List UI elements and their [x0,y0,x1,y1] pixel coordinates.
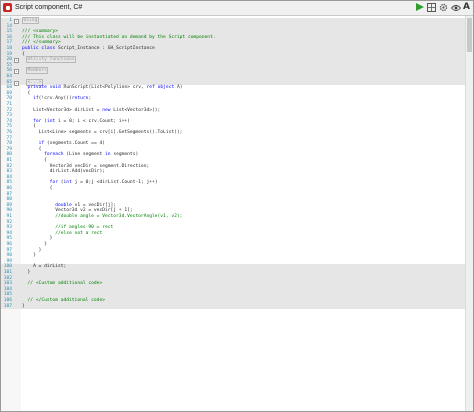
settings-button[interactable] [438,2,449,13]
grasshopper-script-icon [3,3,12,12]
window-title: Script component, C# [15,4,83,11]
code-editor[interactable]: 1 + Using 14 15/// <summary> 16/// This class… [1,16,473,411]
script-editor-window: Script component, C# A 1 + Using 14 15 /… [0,0,474,412]
code-line[interactable]: 107} [1,303,473,310]
preview-button[interactable] [450,2,461,13]
font-icon: A [463,2,470,12]
grid-icon [427,3,436,12]
gear-icon [439,3,448,12]
vertical-scrollbar[interactable] [465,16,473,411]
play-icon [416,3,424,11]
line-number: 107 [3,303,12,309]
font-button[interactable]: A [461,2,472,13]
scrollbar-thumb[interactable] [467,18,472,52]
grid-button[interactable] [426,2,437,13]
run-button[interactable] [413,2,424,13]
code-text: } [22,303,25,309]
eye-icon [450,4,461,11]
title-bar: Script component, C# A [1,1,473,16]
